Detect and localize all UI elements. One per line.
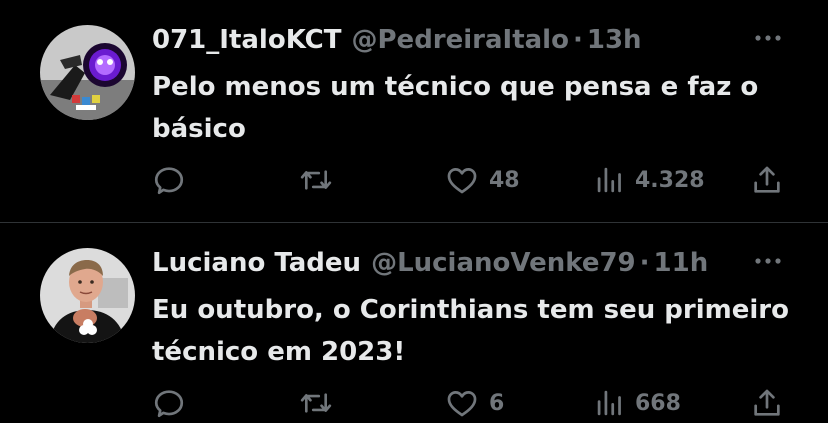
views-button[interactable]: 4.328 bbox=[595, 160, 705, 200]
views-count: 4.328 bbox=[635, 167, 705, 193]
separator: · bbox=[572, 25, 583, 55]
reply-button[interactable] bbox=[152, 383, 186, 423]
tweet-header: Luciano Tadeu @LucianoVenke79 · 11h bbox=[152, 245, 708, 281]
display-name[interactable]: 071_ItaloKCT bbox=[152, 22, 342, 58]
timestamp[interactable]: 13h bbox=[587, 22, 642, 58]
share-icon bbox=[750, 386, 784, 420]
retweet-button[interactable] bbox=[298, 160, 334, 200]
timestamp[interactable]: 11h bbox=[654, 245, 709, 281]
like-button[interactable]: 6 bbox=[445, 383, 504, 423]
display-name[interactable]: Luciano Tadeu bbox=[152, 245, 361, 281]
like-button[interactable]: 48 bbox=[445, 160, 520, 200]
views-icon bbox=[595, 386, 625, 420]
user-handle[interactable]: @PedreiraItalo bbox=[352, 22, 569, 58]
tweet-text: Eu outubro, o Corinthians tem seu primei… bbox=[152, 295, 789, 367]
heart-icon bbox=[445, 386, 479, 420]
views-icon bbox=[595, 163, 625, 197]
share-icon bbox=[750, 163, 784, 197]
separator: · bbox=[639, 248, 650, 278]
avatar[interactable] bbox=[40, 25, 135, 120]
retweet-button[interactable] bbox=[298, 383, 334, 423]
avatar[interactable] bbox=[40, 248, 135, 343]
tweet-text: Pelo menos um técnico que pensa e faz o … bbox=[152, 72, 759, 144]
tweet-actions: 6 668 bbox=[152, 383, 792, 423]
tweet-header: 071_ItaloKCT @PedreiraItalo · 13h bbox=[152, 22, 642, 58]
retweet-icon bbox=[298, 386, 334, 420]
tweet-actions: 48 4.328 bbox=[152, 160, 792, 200]
more-options-icon[interactable] bbox=[752, 249, 784, 273]
retweet-icon bbox=[298, 163, 334, 197]
share-button[interactable] bbox=[750, 383, 784, 423]
tweet[interactable]: 071_ItaloKCT @PedreiraItalo · 13h Pelo m… bbox=[0, 0, 828, 222]
like-count: 48 bbox=[489, 167, 520, 193]
tweet[interactable]: Luciano Tadeu @LucianoVenke79 · 11h Eu o… bbox=[0, 223, 828, 418]
heart-icon bbox=[445, 163, 479, 197]
more-options-icon[interactable] bbox=[752, 26, 784, 50]
user-handle[interactable]: @LucianoVenke79 bbox=[371, 245, 636, 281]
reply-icon bbox=[152, 386, 186, 420]
reply-icon bbox=[152, 163, 186, 197]
reply-button[interactable] bbox=[152, 160, 186, 200]
views-button[interactable]: 668 bbox=[595, 383, 681, 423]
share-button[interactable] bbox=[750, 160, 784, 200]
